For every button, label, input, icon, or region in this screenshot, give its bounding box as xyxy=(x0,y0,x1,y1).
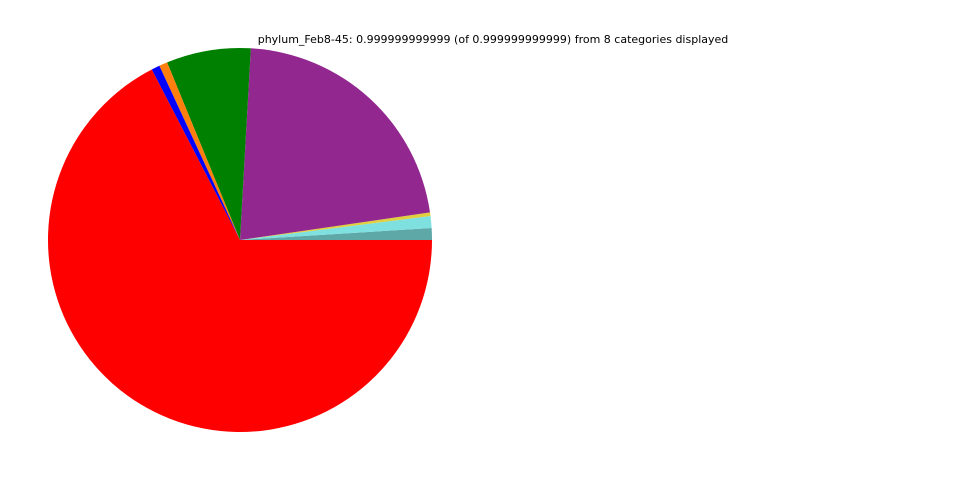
pie-slices xyxy=(47,48,432,433)
pie-chart xyxy=(47,48,432,433)
pie-slice-4 xyxy=(240,48,430,241)
